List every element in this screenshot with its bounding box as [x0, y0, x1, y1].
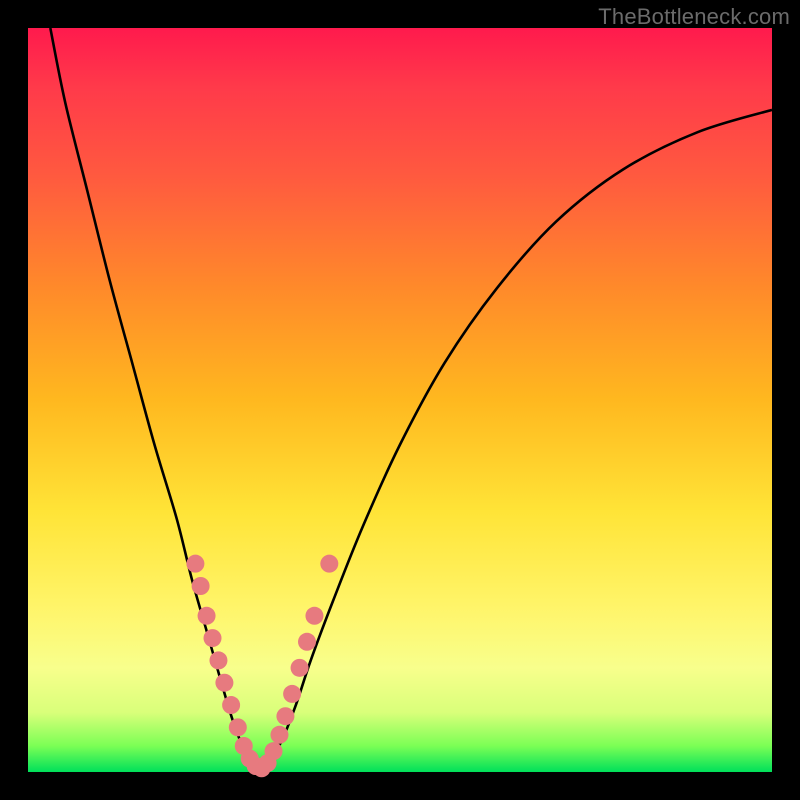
marker-group [186, 555, 338, 778]
data-marker [204, 629, 222, 647]
plot-area [28, 28, 772, 772]
bottleneck-curve [50, 28, 772, 772]
chart-svg [28, 28, 772, 772]
data-marker [198, 607, 216, 625]
data-marker [192, 577, 210, 595]
data-marker [305, 607, 323, 625]
data-marker [186, 555, 204, 573]
data-marker [209, 651, 227, 669]
data-marker [229, 718, 247, 736]
data-marker [283, 685, 301, 703]
data-marker [265, 742, 283, 760]
data-marker [270, 726, 288, 744]
data-marker [222, 696, 240, 714]
data-marker [298, 633, 316, 651]
data-marker [215, 674, 233, 692]
data-marker [291, 659, 309, 677]
data-marker [276, 707, 294, 725]
data-marker [320, 555, 338, 573]
watermark-text: TheBottleneck.com [598, 4, 790, 30]
chart-frame: TheBottleneck.com [0, 0, 800, 800]
